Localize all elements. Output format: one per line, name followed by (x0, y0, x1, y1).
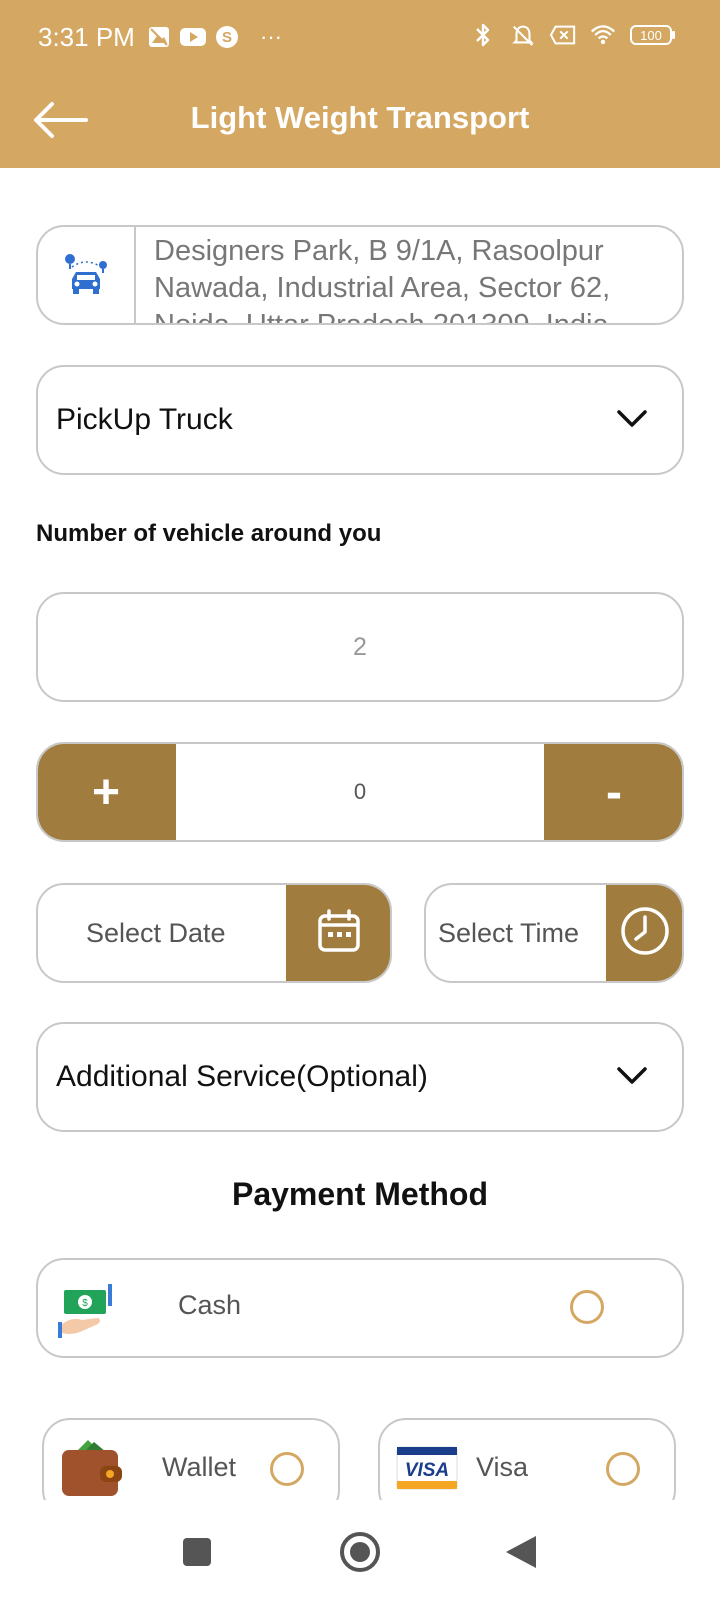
additional-service-dropdown[interactable]: Additional Service(Optional) (36, 1022, 684, 1132)
cash-hand-icon: $ (58, 1276, 120, 1345)
increment-button[interactable]: + (38, 744, 176, 840)
time-picker-button[interactable] (606, 885, 682, 981)
pickup-address-text: Designers Park, B 9/1A, Rasoolpur Nawada… (154, 235, 611, 325)
wifi-icon (590, 22, 616, 48)
date-picker[interactable]: Select Date (36, 883, 392, 983)
youtube-icon (180, 24, 206, 50)
additional-service-value: Additional Service(Optional) (56, 1060, 428, 1093)
bluetooth-icon (470, 22, 496, 48)
payment-method-title: Payment Method (231, 1176, 489, 1212)
cash-radio[interactable] (570, 1290, 604, 1324)
payment-option-cash[interactable]: $ Cash (36, 1258, 684, 1358)
recent-apps-icon[interactable] (182, 1537, 212, 1572)
battery-icon: 100 (630, 22, 676, 48)
app-bar: Light Weight Transport (0, 76, 720, 168)
svg-text:S: S (222, 29, 232, 46)
svg-text:VISA: VISA (405, 1460, 449, 1481)
pickup-address-field[interactable]: Designers Park, B 9/1A, Rasoolpur Nawada… (36, 225, 684, 325)
cash-label: Cash (178, 1290, 242, 1320)
nearby-vehicles-value: 2 (353, 632, 367, 661)
visa-radio[interactable] (606, 1452, 640, 1486)
status-right-icons: 100 (470, 22, 676, 48)
visa-label: Visa (476, 1452, 529, 1482)
svg-text:$: $ (82, 1298, 88, 1309)
date-placeholder: Select Date (86, 917, 226, 948)
battery-saver-icon (550, 22, 576, 48)
nearby-vehicles-label: Number of vehicle around you (36, 520, 382, 547)
silent-bell-icon (510, 22, 536, 48)
time-placeholder: Select Time (438, 917, 580, 948)
more-dots-icon: ··· (260, 24, 282, 49)
status-bar: 3:31 PM S ··· 100 (0, 0, 720, 76)
calendar-icon (315, 907, 363, 960)
wallet-label: Wallet (162, 1452, 237, 1482)
back-icon[interactable] (504, 1534, 538, 1575)
date-picker-button[interactable] (286, 885, 390, 981)
clock-icon (619, 905, 671, 962)
svg-text:100: 100 (640, 28, 662, 43)
vehicle-type-dropdown[interactable]: PickUp Truck (36, 365, 684, 475)
page-title: Light Weight Transport (190, 100, 530, 135)
skype-icon: S (214, 24, 240, 50)
chevron-down-icon (616, 403, 648, 437)
visa-card-icon: VISA (396, 1446, 458, 1495)
chevron-down-icon (616, 1060, 648, 1094)
quantity-value[interactable]: 0 (178, 744, 542, 840)
status-left-icons: S ··· (146, 24, 284, 50)
time-picker[interactable]: Select Time (424, 883, 684, 983)
status-time: 3:31 PM (38, 22, 135, 52)
home-icon[interactable] (338, 1530, 382, 1579)
vehicle-type-value: PickUp Truck (56, 403, 233, 436)
wallet-radio[interactable] (270, 1452, 304, 1486)
decrement-button[interactable]: - (544, 744, 682, 840)
vehicle-route-icon (38, 227, 136, 323)
gallery-icon (146, 24, 172, 50)
nearby-vehicles-count: 2 (36, 592, 684, 702)
quantity-stepper: + 0 - (36, 742, 684, 842)
wallet-icon (60, 1438, 124, 1505)
